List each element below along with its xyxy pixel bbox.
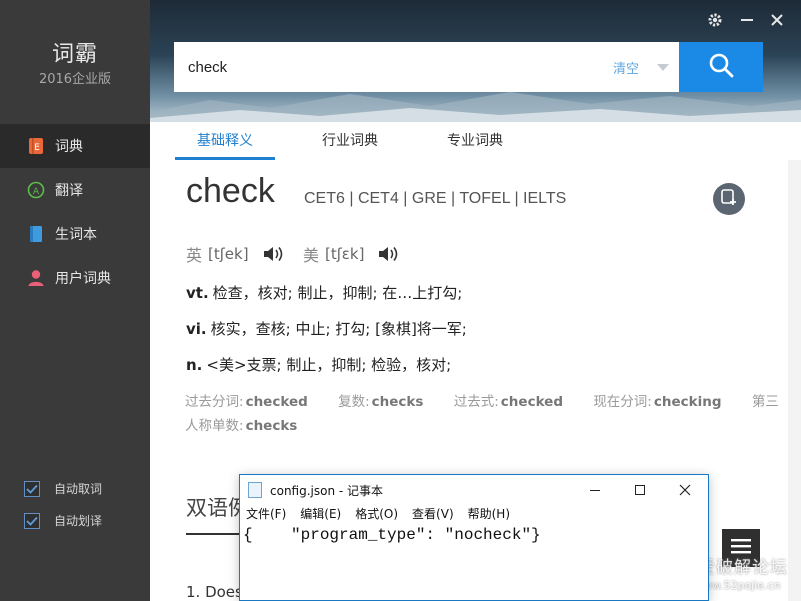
form-label: 复数: bbox=[338, 394, 370, 410]
sidebar-item-wordbook[interactable]: 生词本 bbox=[0, 212, 150, 256]
app-edition: 2016企业版 bbox=[38, 72, 112, 87]
sidebar-item-label: 用户词典 bbox=[55, 271, 111, 287]
checkbox-checked-icon bbox=[24, 512, 40, 529]
search-icon bbox=[708, 52, 734, 82]
definition-row: n. <美>支票; 制止，抑制; 检验，核对; bbox=[186, 354, 451, 375]
notebook-icon bbox=[27, 225, 45, 243]
menu-format[interactable]: 格式(O) bbox=[355, 505, 398, 525]
speaker-icon[interactable] bbox=[263, 245, 285, 263]
notepad-text-area[interactable]: { "program_type": "nocheck"} bbox=[243, 526, 541, 544]
notepad-window: config.json - 记事本 文件(F) 编辑(E) 格式(O) 查看(V… bbox=[239, 474, 709, 601]
close-icon[interactable] bbox=[766, 9, 788, 31]
part-of-speech: n. bbox=[186, 356, 203, 374]
form-label: 过去分词: bbox=[185, 394, 244, 410]
sidebar-item-label: 词典 bbox=[55, 139, 83, 155]
checkbox-checked-icon bbox=[24, 480, 40, 497]
sidebar-item-user-dictionary[interactable]: 用户词典 bbox=[0, 256, 150, 300]
menu-file[interactable]: 文件(F) bbox=[246, 505, 286, 525]
checkbox-label: 自动划译 bbox=[54, 514, 103, 528]
definition-row: vi. 核实，查核; 中止; 打勾; [象棋]将一军; bbox=[186, 318, 467, 339]
phonetic-text: [tʃek] bbox=[208, 245, 249, 263]
definition-text: 核实，查核; 中止; 打勾; [象棋]将一军; bbox=[210, 320, 467, 338]
history-dropdown-icon[interactable] bbox=[657, 64, 669, 71]
sidebar-item-translate[interactable]: A 翻译 bbox=[0, 168, 150, 212]
settings-gear-icon[interactable] bbox=[704, 9, 726, 31]
search-input[interactable] bbox=[174, 42, 594, 92]
auto-lookup-checkbox[interactable]: 自动取词 bbox=[24, 480, 102, 497]
definition-text: 检查，核对; 制止，抑制; 在…上打勾; bbox=[212, 284, 463, 302]
sidebar-item-label: 翻译 bbox=[55, 183, 83, 199]
notepad-menubar: 文件(F) 编辑(E) 格式(O) 查看(V) 帮助(H) bbox=[240, 505, 708, 525]
notepad-close-button[interactable] bbox=[662, 475, 708, 505]
pronunciation-label: 美 bbox=[303, 246, 320, 265]
example-sentence: 1. Does bbox=[186, 583, 243, 601]
svg-text:A: A bbox=[33, 187, 40, 197]
form-label: 现在分词: bbox=[593, 394, 652, 410]
translate-icon: A bbox=[27, 181, 45, 199]
header-banner: 清空 bbox=[150, 0, 801, 122]
tab-basic-definition[interactable]: 基础释义 bbox=[197, 130, 253, 150]
headword: check bbox=[186, 172, 275, 210]
notepad-maximize-button[interactable] bbox=[617, 475, 663, 505]
app-title: 词霸 bbox=[51, 42, 98, 67]
form-value[interactable]: checked bbox=[501, 394, 563, 410]
add-note-icon bbox=[720, 188, 738, 210]
notepad-minimize-button[interactable] bbox=[572, 475, 618, 505]
word-forms: 过去分词: checked 复数: checks 过去式: checked 现在分词:… bbox=[185, 390, 780, 438]
minimize-icon[interactable] bbox=[736, 9, 758, 31]
clear-button[interactable]: 清空 bbox=[613, 58, 639, 77]
form-value[interactable]: checks bbox=[246, 418, 298, 434]
sidebar-item-dictionary[interactable]: E 词典 bbox=[0, 124, 150, 168]
menu-help[interactable]: 帮助(H) bbox=[468, 505, 510, 525]
form-value[interactable]: checking bbox=[654, 394, 722, 410]
part-of-speech: vt. bbox=[186, 284, 209, 302]
auto-translate-checkbox[interactable]: 自动划译 bbox=[24, 512, 102, 529]
svg-text:E: E bbox=[34, 143, 40, 153]
notepad-file-icon bbox=[248, 482, 262, 498]
pronunciation-uk: 英 [tʃek] bbox=[186, 242, 285, 266]
phonetic-text: [tʃɛk] bbox=[325, 245, 365, 263]
definition-row: vt. 检查，核对; 制止，抑制; 在…上打勾; bbox=[186, 282, 462, 303]
user-icon bbox=[27, 269, 45, 287]
form-label: 过去式: bbox=[453, 394, 499, 410]
form-value[interactable]: checked bbox=[246, 394, 308, 410]
speaker-icon[interactable] bbox=[378, 245, 400, 263]
part-of-speech: vi. bbox=[186, 320, 207, 338]
definition-text: <美>支票; 制止，抑制; 检验，核对; bbox=[206, 356, 452, 374]
tab-industry-dictionary[interactable]: 行业词典 bbox=[322, 130, 378, 150]
menu-edit[interactable]: 编辑(E) bbox=[300, 505, 341, 525]
menu-view[interactable]: 查看(V) bbox=[412, 505, 454, 525]
sidebar: 词霸 2016企业版 E 词典 A 翻译 生词本 用户词典 自动取词 自动划译 bbox=[0, 0, 150, 601]
sidebar-item-label: 生词本 bbox=[55, 227, 97, 243]
add-to-wordbook-button[interactable] bbox=[713, 183, 745, 215]
exam-tags: CET6 | CET4 | GRE | TOFEL | IELTS bbox=[304, 190, 567, 207]
search-button[interactable] bbox=[679, 42, 763, 92]
tab-professional-dictionary[interactable]: 专业词典 bbox=[447, 130, 503, 150]
search-box: 清空 bbox=[174, 42, 679, 92]
scrollbar[interactable] bbox=[788, 160, 801, 601]
book-icon: E bbox=[27, 137, 45, 155]
result-tabs: 基础释义 行业词典 专业词典 bbox=[150, 122, 801, 160]
pronunciation-label: 英 bbox=[186, 246, 203, 265]
notepad-title: config.json - 记事本 bbox=[270, 484, 384, 498]
checkbox-label: 自动取词 bbox=[54, 482, 103, 496]
form-value[interactable]: checks bbox=[372, 394, 424, 410]
notepad-titlebar[interactable]: config.json - 记事本 bbox=[240, 475, 708, 505]
pronunciation-us: 美 [tʃɛk] bbox=[303, 242, 400, 266]
